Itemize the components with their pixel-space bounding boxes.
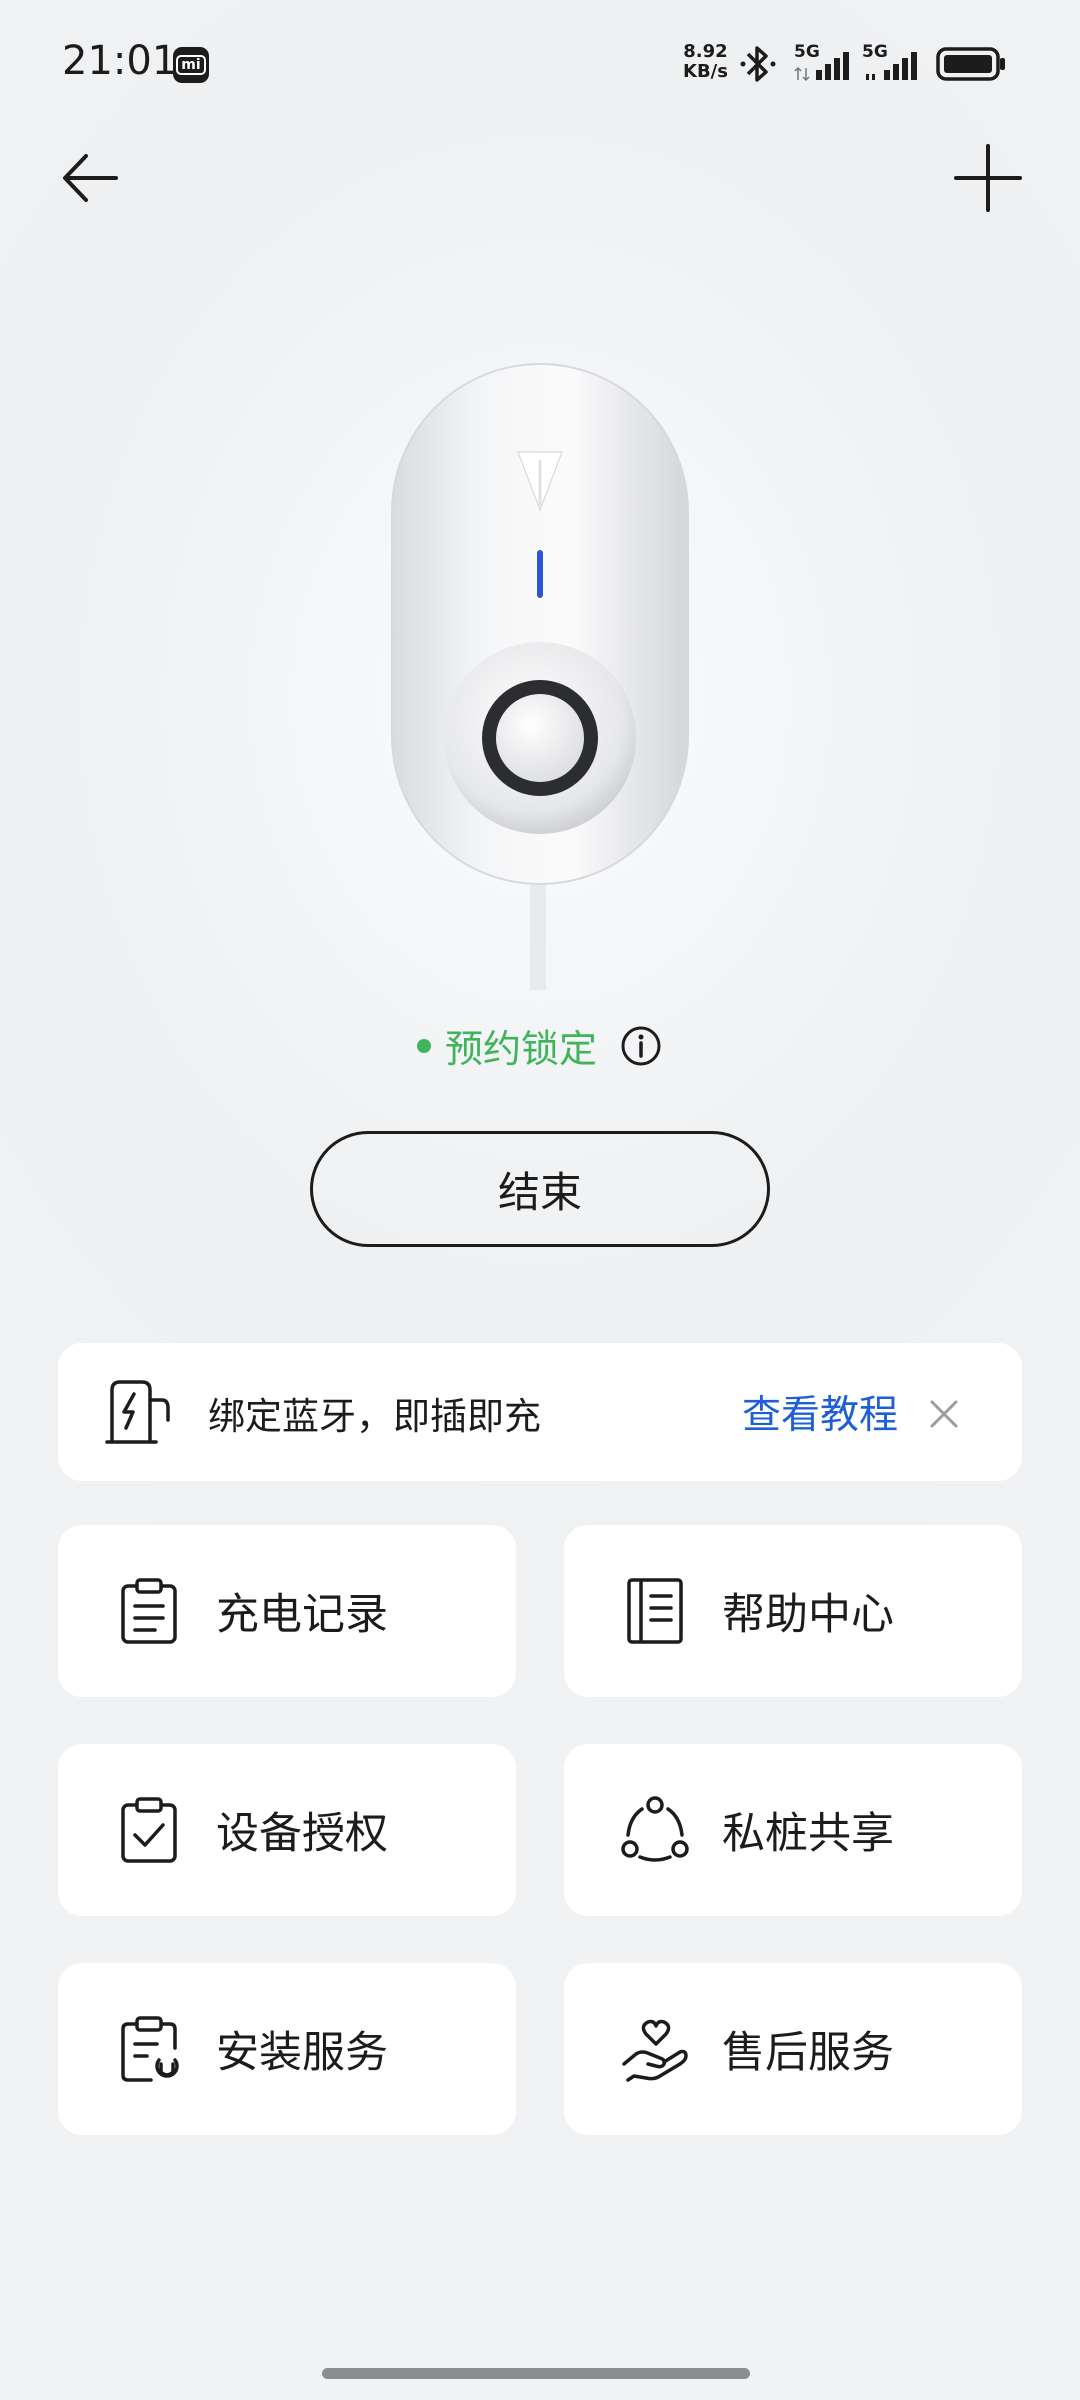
lock-status: 预约锁定 — [0, 1018, 1080, 1073]
network-speed-unit: KB/s — [683, 61, 728, 82]
network-speed-value: 8.92 — [683, 41, 728, 62]
clipboard-check-icon — [114, 1795, 184, 1865]
info-icon[interactable] — [619, 1024, 663, 1068]
card-label: 安装服务 — [216, 2028, 388, 2078]
home-indicator[interactable] — [322, 2368, 750, 2379]
wall-charger-image — [391, 363, 689, 990]
bluetooth-icon — [740, 46, 776, 82]
signal-strength-icon-2 — [866, 52, 917, 80]
back-button[interactable] — [52, 140, 128, 216]
network-speed: 8.92 KB/s — [683, 42, 728, 82]
charger-bluetooth-icon — [105, 1380, 170, 1444]
charging-records-card[interactable]: 充电记录 — [58, 1525, 516, 1697]
mi-badge-text: mi — [176, 55, 206, 75]
hand-heart-icon — [620, 2014, 690, 2084]
after-sales-service-card[interactable]: 售后服务 — [564, 1963, 1022, 2135]
share-nodes-icon — [620, 1795, 690, 1865]
view-tutorial-link[interactable]: 查看教程 — [742, 1384, 898, 1440]
end-button[interactable]: 结束 — [310, 1131, 770, 1247]
mi-notification-icon: mi — [173, 47, 209, 83]
card-label: 私桩共享 — [722, 1809, 894, 1859]
status-time: 21:01 — [62, 38, 178, 84]
card-label: 设备授权 — [216, 1809, 388, 1859]
banner-text: 绑定蓝牙，即插即充 — [208, 1395, 541, 1438]
battery-icon — [936, 47, 1005, 81]
book-icon — [620, 1576, 690, 1646]
private-pile-sharing-card[interactable]: 私桩共享 — [564, 1744, 1022, 1916]
clipboard-list-icon — [114, 1576, 184, 1646]
installation-service-card[interactable]: 安装服务 — [58, 1963, 516, 2135]
help-center-card[interactable]: 帮助中心 — [564, 1525, 1022, 1697]
status-dot — [416, 1038, 431, 1053]
arrow-left-icon — [63, 154, 118, 202]
clipboard-wrench-icon — [114, 2014, 184, 2084]
status-text: 预约锁定 — [444, 1027, 597, 1071]
close-icon[interactable] — [922, 1392, 966, 1436]
add-device-button[interactable] — [950, 140, 1026, 216]
card-label: 售后服务 — [722, 2028, 894, 2078]
card-label: 帮助中心 — [722, 1590, 894, 1640]
device-authorization-card[interactable]: 设备授权 — [58, 1744, 516, 1916]
signal-strength-icon — [794, 52, 849, 82]
card-label: 充电记录 — [216, 1590, 388, 1640]
plus-icon — [954, 144, 1022, 212]
